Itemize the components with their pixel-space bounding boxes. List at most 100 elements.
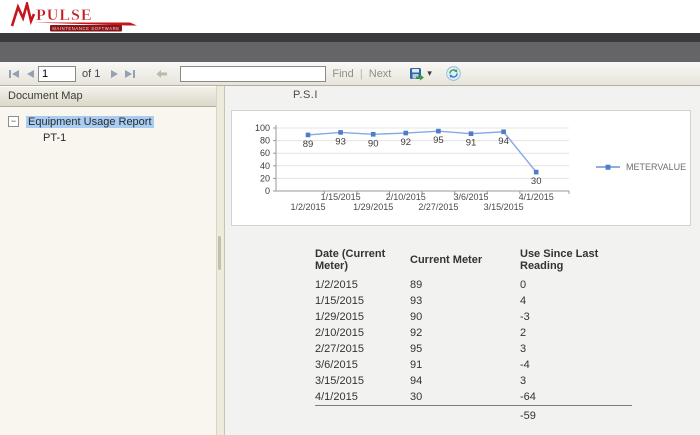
tree-item-equipment-usage-report[interactable]: Equipment Usage Report bbox=[26, 116, 154, 128]
find-next-links: Find | Next bbox=[332, 68, 391, 80]
export-button[interactable]: ▾ bbox=[409, 67, 432, 81]
document-map-panel: Document Map − Equipment Usage Report PT… bbox=[0, 86, 216, 435]
date-cell: 3/6/2015 bbox=[315, 357, 410, 373]
table-row: 3/15/2015943 bbox=[315, 373, 632, 389]
svg-text:95: 95 bbox=[433, 135, 444, 146]
table-row: 3/6/201591-4 bbox=[315, 357, 632, 373]
svg-text:91: 91 bbox=[466, 138, 477, 149]
prev-page-button[interactable] bbox=[22, 66, 38, 82]
total-empty-cell bbox=[315, 406, 410, 425]
use-cell: 2 bbox=[520, 325, 632, 341]
back-to-parent-button[interactable] bbox=[154, 66, 170, 82]
use-cell: -4 bbox=[520, 357, 632, 373]
refresh-icon bbox=[446, 66, 461, 81]
brand-tagline: MAINTENANCE SOFTWARE bbox=[52, 26, 119, 31]
mpulse-logo: PULSE MAINTENANCE SOFTWARE bbox=[10, 2, 160, 32]
meter-cell: 90 bbox=[410, 309, 520, 325]
svg-text:1/29/2015: 1/29/2015 bbox=[353, 202, 393, 212]
prev-page-icon bbox=[26, 69, 35, 79]
table-header: Date (Current Meter)Current MeterUse Sin… bbox=[315, 248, 632, 277]
svg-text:93: 93 bbox=[335, 136, 346, 147]
table-row: 1/2/2015890 bbox=[315, 277, 632, 293]
report-body: P.S.I 0204060801001/2/20151/15/20151/29/… bbox=[225, 86, 700, 435]
export-dropdown-caret[interactable]: ▾ bbox=[427, 68, 432, 79]
header-gray-strip bbox=[0, 42, 700, 62]
column-header: Use Since Last Reading bbox=[520, 248, 632, 277]
tree-item-pt-1[interactable]: PT-1 bbox=[0, 130, 216, 147]
svg-text:20: 20 bbox=[260, 173, 270, 183]
page-number-input[interactable] bbox=[38, 66, 76, 82]
use-cell: 4 bbox=[520, 293, 632, 309]
meter-cell: 89 bbox=[410, 277, 520, 293]
meter-cell: 95 bbox=[410, 341, 520, 357]
date-cell: 4/1/2015 bbox=[315, 389, 410, 406]
svg-text:2/10/2015: 2/10/2015 bbox=[386, 192, 426, 202]
table-row: 1/29/201590-3 bbox=[315, 309, 632, 325]
table-footer: -59 bbox=[315, 406, 632, 425]
use-cell: 3 bbox=[520, 341, 632, 357]
total-empty-cell bbox=[410, 406, 520, 425]
brand-name: PULSE bbox=[36, 7, 93, 24]
table-row: 1/15/2015934 bbox=[315, 293, 632, 309]
date-cell: 1/15/2015 bbox=[315, 293, 410, 309]
collapse-expander-icon[interactable]: − bbox=[8, 116, 19, 127]
date-cell: 3/15/2015 bbox=[315, 373, 410, 389]
use-cell: -3 bbox=[520, 309, 632, 325]
last-page-button[interactable] bbox=[122, 66, 138, 82]
svg-text:89: 89 bbox=[303, 139, 314, 150]
svg-text:30: 30 bbox=[531, 176, 542, 187]
date-cell: 1/29/2015 bbox=[315, 309, 410, 325]
svg-text:3/6/2015: 3/6/2015 bbox=[453, 192, 488, 202]
export-save-icon bbox=[409, 67, 424, 81]
svg-text:100: 100 bbox=[255, 123, 270, 133]
refresh-button[interactable] bbox=[446, 66, 461, 81]
first-page-button[interactable] bbox=[6, 66, 22, 82]
use-cell: -64 bbox=[520, 389, 632, 406]
table-row: 2/10/2015922 bbox=[315, 325, 632, 341]
svg-text:94: 94 bbox=[498, 136, 509, 147]
svg-text:0: 0 bbox=[265, 186, 270, 196]
next-link[interactable]: Next bbox=[369, 68, 392, 80]
svg-text:1/2/2015: 1/2/2015 bbox=[290, 202, 325, 212]
total-use-cell: -59 bbox=[520, 406, 632, 425]
tree-root-row: − Equipment Usage Report bbox=[0, 113, 216, 130]
report-toolbar: of 1 Find | Next bbox=[0, 62, 700, 86]
next-page-button[interactable] bbox=[106, 66, 122, 82]
panel-splitter[interactable] bbox=[216, 86, 225, 435]
find-link[interactable]: Find bbox=[332, 68, 353, 80]
first-page-icon bbox=[8, 69, 20, 79]
svg-text:3/15/2015: 3/15/2015 bbox=[484, 202, 524, 212]
brand-bar: PULSE MAINTENANCE SOFTWARE bbox=[0, 0, 700, 33]
svg-text:60: 60 bbox=[260, 148, 270, 158]
meter-cell: 30 bbox=[410, 389, 520, 406]
meter-readings-table: Date (Current Meter)Current MeterUse Sin… bbox=[315, 248, 632, 424]
column-header: Current Meter bbox=[410, 248, 520, 277]
back-arrow-icon bbox=[156, 69, 168, 79]
column-header: Date (Current Meter) bbox=[315, 248, 410, 277]
splitter-collapse-handle[interactable] bbox=[218, 236, 221, 270]
svg-text:4/1/2015: 4/1/2015 bbox=[519, 192, 554, 202]
table-row: 2/27/2015953 bbox=[315, 341, 632, 357]
meter-cell: 91 bbox=[410, 357, 520, 373]
svg-text:40: 40 bbox=[260, 161, 270, 171]
report-viewer-window: PULSE MAINTENANCE SOFTWARE of 1 bbox=[0, 0, 700, 435]
meter-cell: 93 bbox=[410, 293, 520, 309]
use-cell: 0 bbox=[520, 277, 632, 293]
meter-cell: 94 bbox=[410, 373, 520, 389]
chart-container: 0204060801001/2/20151/15/20151/29/20152/… bbox=[231, 110, 691, 226]
pulse-icon bbox=[12, 4, 34, 26]
document-map-header: Document Map bbox=[0, 86, 216, 107]
meter-value-line-chart: 0204060801001/2/20151/15/20151/29/20152/… bbox=[232, 111, 688, 223]
content-area: Document Map − Equipment Usage Report PT… bbox=[0, 86, 700, 435]
legend-metervalue: METERVALUE bbox=[626, 162, 686, 172]
date-cell: 2/10/2015 bbox=[315, 325, 410, 341]
page-count-label: of 1 bbox=[82, 68, 100, 80]
svg-text:90: 90 bbox=[368, 138, 379, 149]
table-row: 4/1/201530-64 bbox=[315, 389, 632, 406]
next-page-icon bbox=[110, 69, 119, 79]
svg-text:92: 92 bbox=[401, 137, 412, 148]
svg-text:80: 80 bbox=[260, 136, 270, 146]
find-text-input[interactable] bbox=[180, 66, 326, 82]
chart-title: P.S.I bbox=[293, 89, 318, 101]
find-next-separator: | bbox=[360, 68, 363, 80]
